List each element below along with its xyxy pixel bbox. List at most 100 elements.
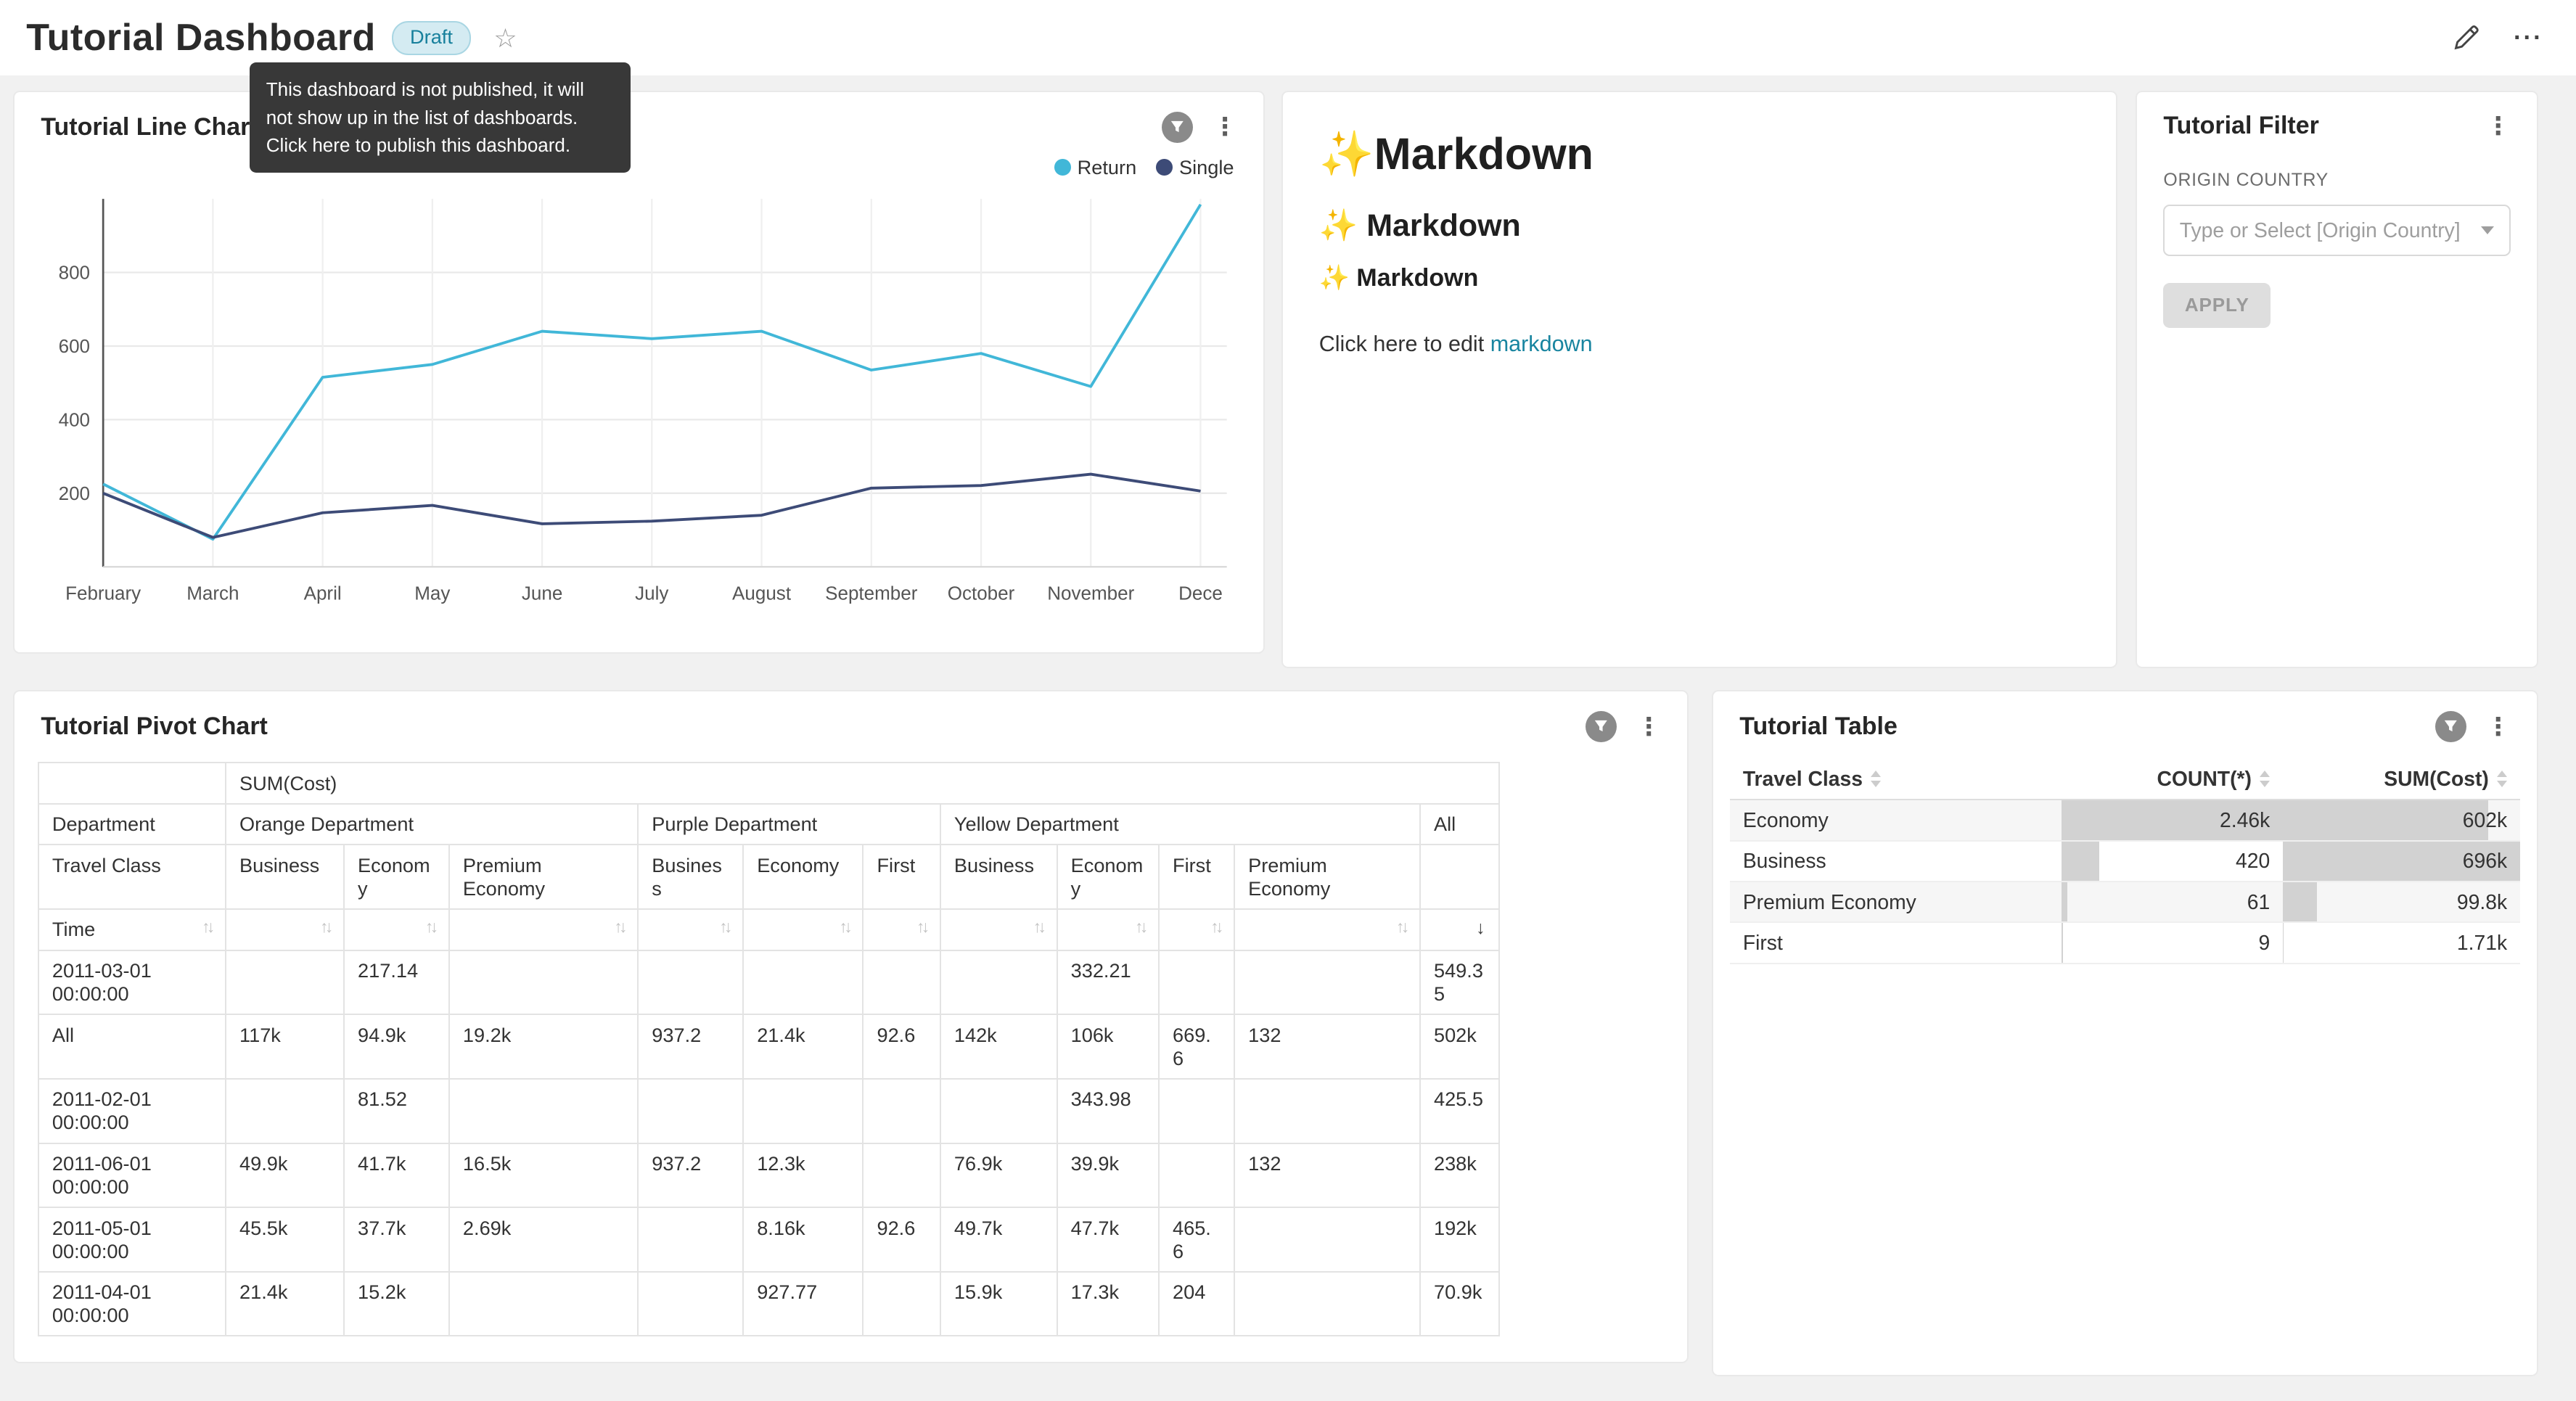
panel-title: Tutorial Pivot Chart xyxy=(41,712,268,741)
pivot-row: 2011-05-01 00:00:0045.5k37.7k2.69k8.16k9… xyxy=(38,1207,1499,1272)
pivot-class-row: Travel ClassBusinessEconomyPremium Econo… xyxy=(38,845,1499,909)
column-label: Travel Class xyxy=(1743,767,1863,791)
pivot-cell: 343.98 xyxy=(1057,1079,1159,1143)
pivot-cell xyxy=(1234,1272,1420,1336)
legend-item[interactable]: Single xyxy=(1156,152,1234,182)
pivot-cell: 49.7k xyxy=(940,1207,1057,1272)
sort-icon[interactable]: ↑↓ xyxy=(615,918,625,937)
pivot-cell: 92.6 xyxy=(863,1207,940,1272)
pivot-row-header: All xyxy=(38,1014,226,1079)
column-header-count[interactable]: COUNT(*) xyxy=(2062,759,2283,800)
svg-text:March: March xyxy=(186,582,239,604)
sum-cost-cell: 99.8k xyxy=(2283,882,2520,922)
pivot-cell xyxy=(863,1272,940,1336)
table-row: First91.71k xyxy=(1730,922,2521,963)
kebab-menu-icon[interactable]: ⋮ xyxy=(2482,712,2514,741)
travel-class-cell: Economy xyxy=(1730,800,2062,840)
pivot-row-header: 2011-06-01 00:00:00 xyxy=(38,1143,226,1208)
pivot-sort-cell: ↑↓ xyxy=(344,909,449,950)
pivot-cell xyxy=(940,950,1057,1015)
pivot-class-header: First xyxy=(1159,845,1234,909)
pivot-measure-header: SUM(Cost) xyxy=(226,763,1499,804)
sort-icon[interactable]: ↑↓ xyxy=(202,918,212,937)
pivot-row-header: 2011-02-01 00:00:00 xyxy=(38,1079,226,1143)
sort-icon xyxy=(2260,771,2270,787)
column-header-travel-class[interactable]: Travel Class xyxy=(1730,759,2062,800)
pivot-cell xyxy=(1159,1143,1234,1208)
pivot-sort-cell: ↑↓ xyxy=(1234,909,1420,950)
pivot-cell: 106k xyxy=(1057,1014,1159,1079)
pivot-cell: 37.7k xyxy=(344,1207,449,1272)
pivot-class-header: Business xyxy=(940,845,1057,909)
pivot-cell xyxy=(449,1079,638,1143)
sort-icon[interactable]: ↓ xyxy=(1476,918,1485,939)
pivot-cell: 49.9k xyxy=(226,1143,344,1208)
count-cell: 2.46k xyxy=(2062,800,2283,840)
pivot-cell: 132 xyxy=(1234,1143,1420,1208)
pivot-cell: 15.9k xyxy=(940,1272,1057,1336)
panel-header: Tutorial Filter ⋮ xyxy=(2137,92,2537,141)
filter-indicator-icon[interactable] xyxy=(1586,711,1617,742)
pivot-cell: 465.6 xyxy=(1159,1207,1234,1272)
pivot-class-header: Economy xyxy=(743,845,863,909)
pivot-cell: 937.2 xyxy=(638,1014,743,1079)
sort-icon[interactable]: ↑↓ xyxy=(1210,918,1221,937)
sort-icon[interactable]: ↑↓ xyxy=(1135,918,1145,937)
apply-button[interactable]: APPLY xyxy=(2163,283,2271,329)
panel-title: Tutorial Line Chart xyxy=(41,113,258,141)
pivot-row-header: 2011-04-01 00:00:00 xyxy=(38,1272,226,1336)
pivot-row-dimension: Time↑↓ xyxy=(38,909,226,950)
sort-icon[interactable]: ↑↓ xyxy=(1396,918,1406,937)
star-icon[interactable]: ☆ xyxy=(493,22,517,54)
sort-icon[interactable]: ↑↓ xyxy=(425,918,435,937)
pivot-sort-cell: ↑↓ xyxy=(226,909,344,950)
pivot-cell xyxy=(638,1207,743,1272)
markdown-heading-1: ✨Markdown xyxy=(1319,128,2080,180)
pivot-row: All117k94.9k19.2k937.221.4k92.6142k106k6… xyxy=(38,1014,1499,1079)
travel-class-cell: Business xyxy=(1730,841,2062,882)
pivot-cell: 502k xyxy=(1420,1014,1499,1079)
sort-icon[interactable]: ↑↓ xyxy=(1033,918,1043,937)
publish-tooltip: This dashboard is not published, it will… xyxy=(250,62,631,173)
bar-indicator xyxy=(2283,882,2317,921)
pivot-cell xyxy=(449,1272,638,1336)
pivot-class-header: Economy xyxy=(1057,845,1159,909)
pivot-cell xyxy=(638,1272,743,1336)
pivot-sort-cell: ↑↓ xyxy=(940,909,1057,950)
header-actions: ··· xyxy=(2451,23,2543,53)
pivot-cell xyxy=(1234,1207,1420,1272)
svg-text:July: July xyxy=(635,582,668,604)
table-panel: Tutorial Table ⋮ Travel Class xyxy=(1712,690,2538,1376)
bar-indicator xyxy=(2283,800,2488,839)
pivot-cell: 45.5k xyxy=(226,1207,344,1272)
filter-indicator-icon[interactable] xyxy=(1162,112,1193,143)
pencil-icon[interactable] xyxy=(2451,23,2481,53)
sort-icon xyxy=(1871,771,1881,787)
chevron-down-icon xyxy=(2481,226,2494,234)
select-placeholder: Type or Select [Origin Country] xyxy=(2180,218,2472,242)
filter-indicator-icon[interactable] xyxy=(2435,711,2466,742)
kebab-menu-icon[interactable]: ⋮ xyxy=(2482,112,2514,141)
pivot-cell xyxy=(743,1079,863,1143)
pivot-corner-cell xyxy=(38,763,226,804)
panel-title: Tutorial Table xyxy=(1739,712,1898,741)
legend-item[interactable]: Return xyxy=(1054,152,1136,182)
sort-icon[interactable]: ↑↓ xyxy=(719,918,729,937)
column-header-sum-cost[interactable]: SUM(Cost) xyxy=(2283,759,2520,800)
markdown-heading-2: ✨ Markdown xyxy=(1319,207,2080,244)
sort-icon[interactable]: ↑↓ xyxy=(840,918,850,937)
pivot-cell: 937.2 xyxy=(638,1143,743,1208)
kebab-menu-icon[interactable]: ⋮ xyxy=(1633,712,1665,741)
ellipsis-icon[interactable]: ··· xyxy=(2514,24,2543,52)
sort-icon[interactable]: ↑↓ xyxy=(916,918,927,937)
markdown-heading-3: ✨ Markdown xyxy=(1319,263,2080,292)
pivot-cell: 16.5k xyxy=(449,1143,638,1208)
pivot-cell: 132 xyxy=(1234,1014,1420,1079)
kebab-menu-icon[interactable]: ⋮ xyxy=(1210,112,1241,141)
pivot-cell: 217.14 xyxy=(344,950,449,1015)
sort-icon[interactable]: ↑↓ xyxy=(320,918,330,937)
draft-badge[interactable]: Draft xyxy=(392,21,470,55)
edit-markdown-link[interactable]: markdown xyxy=(1490,332,1593,356)
bar-indicator xyxy=(2062,842,2099,881)
origin-country-select[interactable]: Type or Select [Origin Country] xyxy=(2163,205,2510,257)
